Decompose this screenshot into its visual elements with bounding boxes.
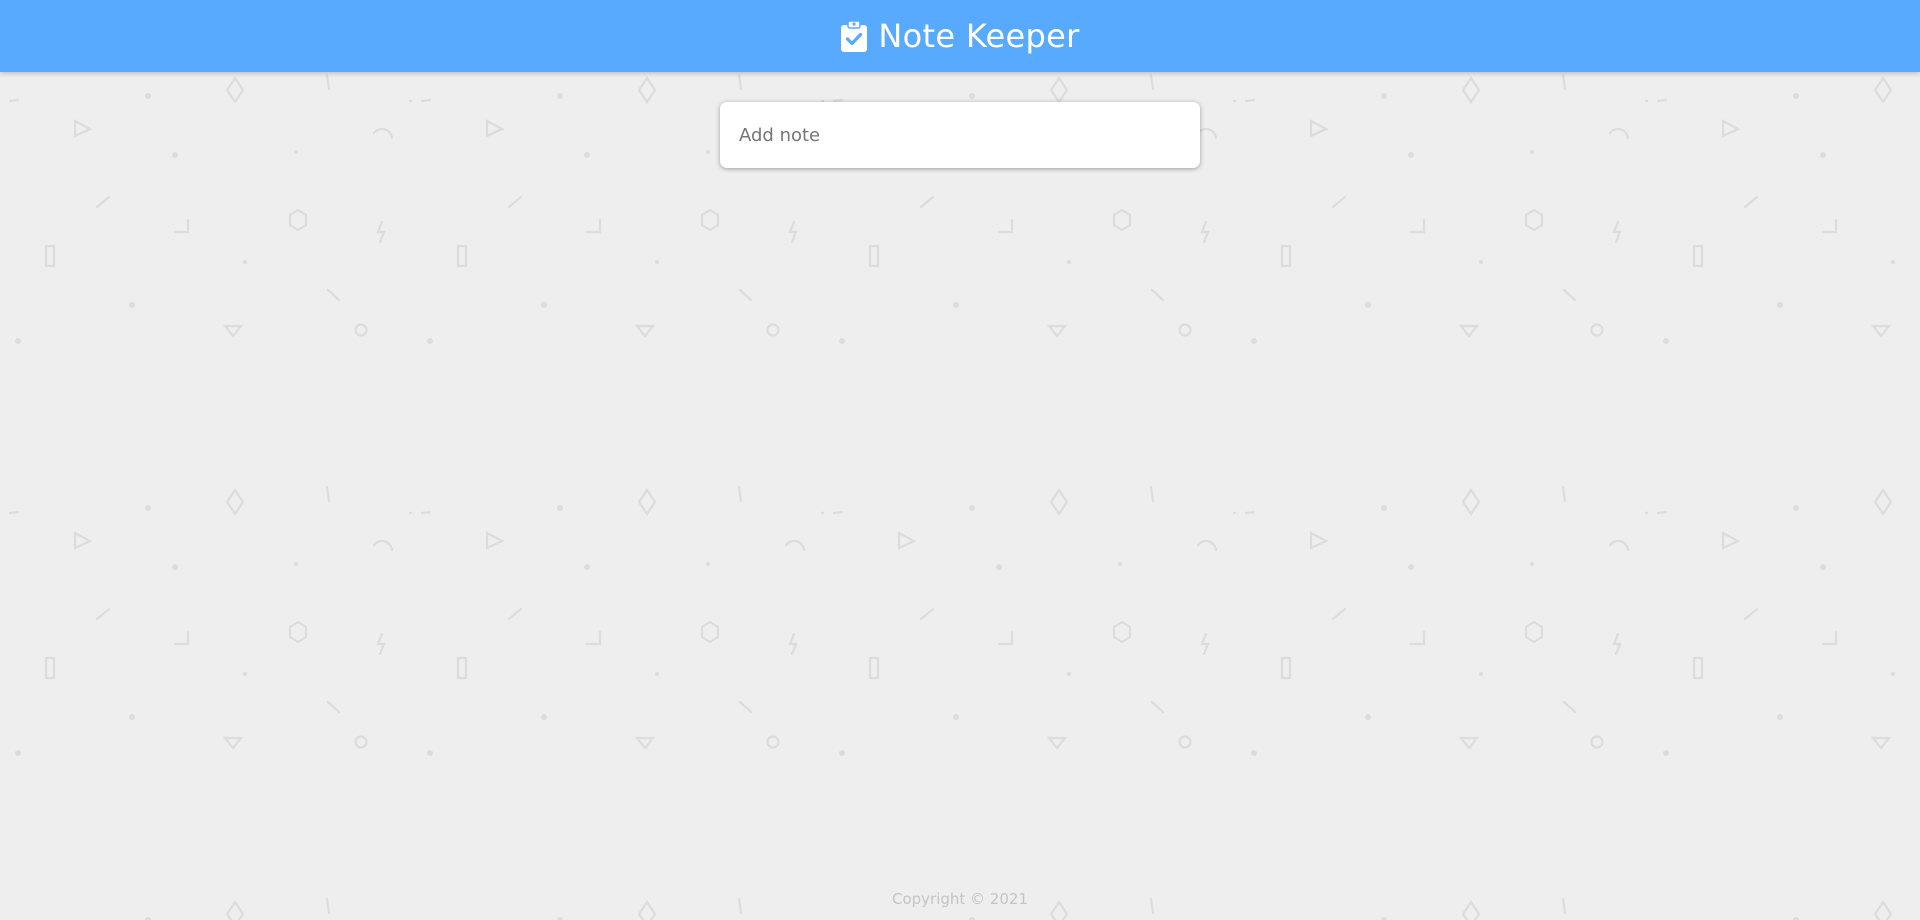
app-title: Note Keeper bbox=[878, 17, 1080, 55]
app-footer: Copyright © 2021 bbox=[0, 890, 1920, 909]
add-note-input[interactable] bbox=[739, 124, 1181, 146]
app-header: Note Keeper bbox=[0, 0, 1920, 72]
copyright-text: Copyright © 2021 bbox=[891, 890, 1028, 908]
brand: Note Keeper bbox=[840, 17, 1079, 55]
clipboard-check-icon bbox=[841, 20, 868, 52]
create-note-form bbox=[720, 102, 1200, 168]
